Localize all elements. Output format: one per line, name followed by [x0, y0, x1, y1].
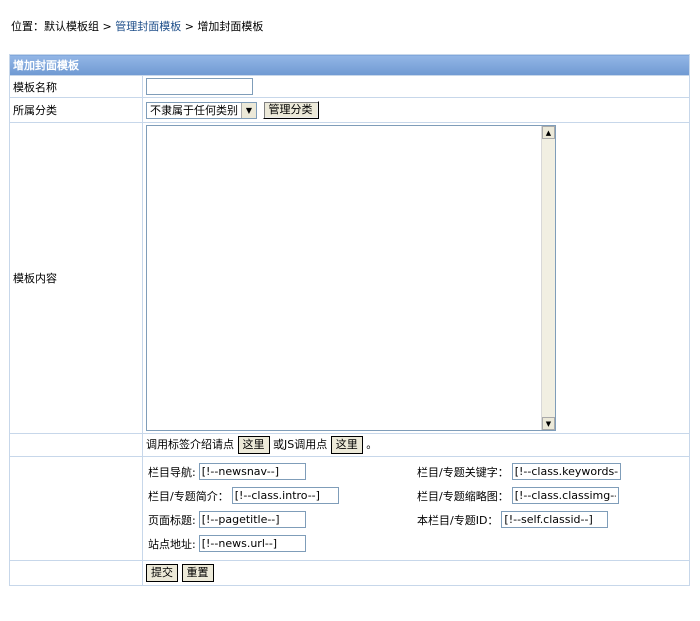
help-end: 。 — [366, 438, 378, 451]
category-cell: 不隶属于任何类别 ▼ 管理分类 — [142, 97, 690, 123]
var-classimg-label: 栏目/专题缩略图： — [417, 489, 509, 503]
template-name-row: 模板名称 — [9, 75, 690, 98]
breadcrumb-suffix: > 增加封面模板 — [181, 20, 264, 33]
var-url-label: 站点地址: — [148, 537, 196, 551]
var-intro: 栏目/专题简介： — [148, 487, 339, 504]
category-row: 所属分类 不隶属于任何类别 ▼ 管理分类 — [9, 97, 690, 123]
var-keywords-label: 栏目/专题关键字： — [417, 465, 509, 479]
var-nav-field[interactable] — [198, 463, 306, 480]
variables-cell: 栏目导航: 栏目/专题简介： 页面标题: 站点地址: 栏目/专题关键字： — [142, 456, 690, 561]
variables-row: 栏目导航: 栏目/专题简介： 页面标题: 站点地址: 栏目/专题关键字： — [9, 456, 690, 561]
var-intro-label: 栏目/专题简介： — [148, 489, 229, 503]
var-intro-field[interactable] — [231, 487, 339, 504]
var-url-field[interactable] — [198, 535, 306, 552]
var-pagetitle-field[interactable] — [198, 511, 306, 528]
breadcrumb: 位置：默认模板组 > 管理封面模板 > 增加封面模板 — [11, 18, 263, 34]
var-classimg: 栏目/专题缩略图： — [417, 487, 619, 504]
category-select[interactable]: 不隶属于任何类别 ▼ — [146, 101, 257, 119]
manage-category-button[interactable]: 管理分类 — [262, 101, 319, 119]
help-label-empty — [9, 433, 143, 457]
var-classid-field[interactable] — [501, 511, 609, 528]
template-content-row: 模板内容 ▲ ▼ — [9, 122, 690, 434]
template-name-cell — [142, 75, 690, 98]
chevron-down-icon[interactable]: ▼ — [241, 102, 256, 118]
variables-panel: 栏目导航: 栏目/专题简介： 页面标题: 站点地址: 栏目/专题关键字： — [143, 457, 689, 560]
var-keywords: 栏目/专题关键字： — [417, 463, 621, 480]
help-row: 调用标签介绍请点 这里 或JS调用点 这里 。 — [9, 433, 690, 457]
form-title: 增加封面模板 — [9, 54, 690, 76]
var-url: 站点地址: — [148, 535, 306, 552]
help-text-1: 调用标签介绍请点 — [146, 438, 234, 451]
var-nav: 栏目导航: — [148, 463, 306, 480]
help-cell: 调用标签介绍请点 这里 或JS调用点 这里 。 — [142, 433, 690, 457]
scroll-up-icon[interactable]: ▲ — [542, 126, 555, 139]
template-name-label: 模板名称 — [9, 75, 143, 98]
scroll-down-icon[interactable]: ▼ — [542, 417, 555, 430]
textarea-scrollbar[interactable]: ▲ ▼ — [541, 126, 555, 430]
var-pagetitle: 页面标题: — [148, 511, 306, 528]
category-selected-value: 不隶属于任何类别 — [150, 104, 238, 117]
var-classid-label: 本栏目/专题ID： — [417, 513, 499, 527]
var-classimg-field[interactable] — [511, 487, 619, 504]
template-content-label: 模板内容 — [9, 122, 143, 434]
breadcrumb-link-manage-cover-templates[interactable]: 管理封面模板 — [115, 20, 181, 33]
form-header-row: 增加封面模板 — [9, 54, 690, 76]
help-link-js[interactable]: 这里 — [330, 436, 363, 454]
template-name-input[interactable] — [146, 78, 253, 95]
breadcrumb-prefix: 位置：默认模板组 > — [11, 20, 116, 33]
submit-row: 提交 重置 — [9, 560, 690, 586]
help-link-tags[interactable]: 这里 — [237, 436, 270, 454]
template-content-cell: ▲ ▼ — [142, 122, 690, 434]
add-cover-template-form: 增加封面模板 模板名称 所属分类 不隶属于任何类别 ▼ 管理分类 模板内容 ▲ … — [9, 54, 690, 586]
variables-label-empty — [9, 456, 143, 561]
reset-button[interactable]: 重置 — [181, 564, 214, 582]
var-nav-label: 栏目导航: — [148, 465, 196, 479]
template-content-textarea[interactable]: ▲ ▼ — [146, 125, 556, 431]
category-label: 所属分类 — [9, 97, 143, 123]
var-classid: 本栏目/专题ID： — [417, 511, 609, 528]
submit-label-empty — [9, 560, 143, 586]
submit-cell: 提交 重置 — [142, 560, 690, 586]
var-keywords-field[interactable] — [511, 463, 621, 480]
submit-button[interactable]: 提交 — [146, 564, 178, 582]
help-text-2: 或JS调用点 — [273, 438, 328, 451]
var-pagetitle-label: 页面标题: — [148, 513, 196, 527]
